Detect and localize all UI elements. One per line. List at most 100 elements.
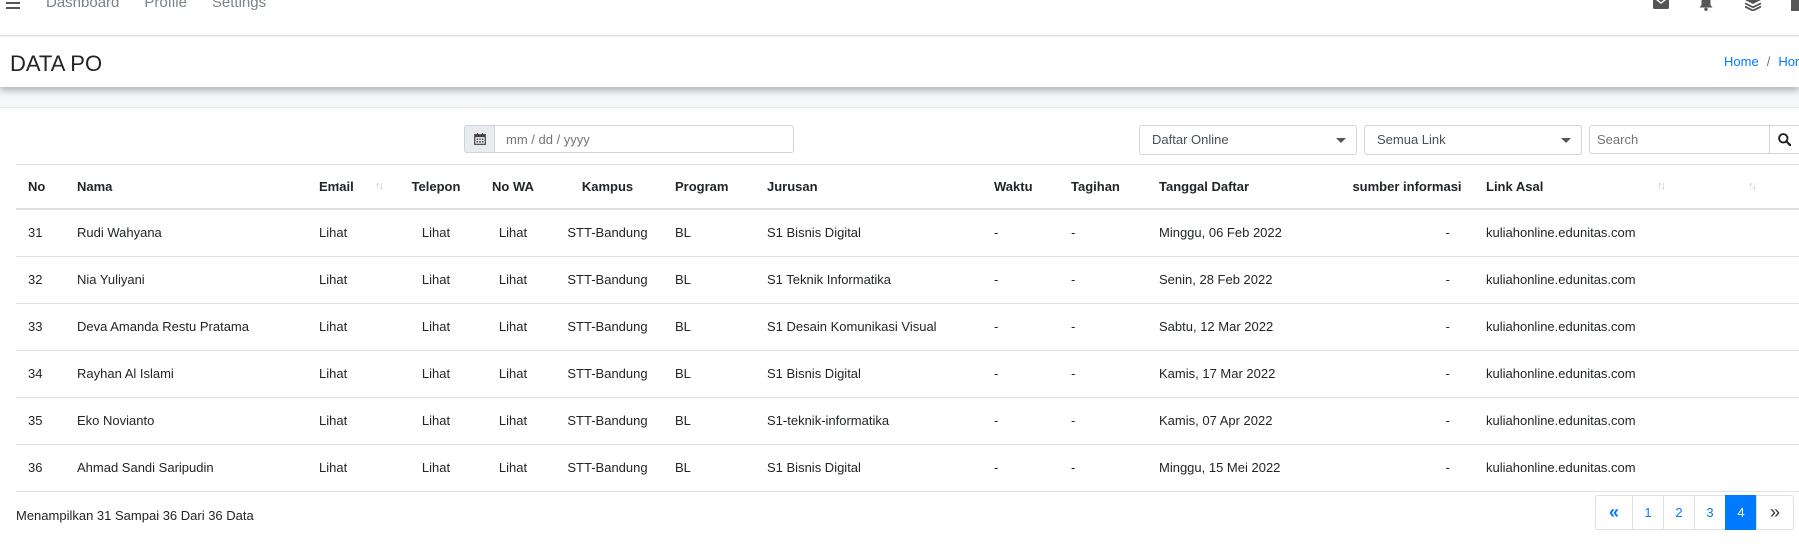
hamburger-menu-icon[interactable]	[6, 0, 20, 9]
cell-email-link[interactable]: Lihat	[307, 208, 398, 257]
cell-tanggal-daftar: Sabtu, 12 Mar 2022	[1147, 303, 1340, 351]
cell-telepon-link[interactable]: Lihat	[398, 397, 474, 445]
nav-link-profile[interactable]: Profile	[144, 0, 187, 11]
cell-email-link[interactable]: Lihat	[307, 444, 398, 492]
cell-link-asal: kuliahonline.edunitas.com	[1474, 444, 1799, 492]
cell-kampus: STT-Bandung	[552, 350, 663, 398]
cell-nama: Eko Novianto	[65, 397, 307, 445]
double-chevron-left-icon: «	[1608, 502, 1619, 522]
cell-telepon-link[interactable]: Lihat	[398, 350, 474, 398]
sort-icon: ↑↓	[1748, 180, 1757, 192]
registration-type-select[interactable]: Daftar Online	[1139, 125, 1357, 155]
cell-telepon-link[interactable]: Lihat	[398, 208, 474, 257]
cell-telepon-link[interactable]: Lihat	[398, 256, 474, 304]
column-header-email[interactable]: Email ↑↓	[307, 164, 398, 210]
cell-tagihan: -	[1059, 444, 1147, 492]
nav-link-settings[interactable]: Settings	[212, 0, 266, 11]
breadcrumb-current[interactable]: Hom	[1778, 54, 1799, 69]
search-input[interactable]	[1589, 125, 1770, 154]
cell-jurusan: S1-teknik-informatika	[755, 397, 982, 445]
cell-tanggal-daftar: Senin, 28 Feb 2022	[1147, 256, 1340, 304]
cell-waktu: -	[982, 208, 1059, 257]
column-header-jurusan[interactable]: Jurusan	[755, 164, 982, 210]
chevron-down-icon	[1561, 138, 1571, 143]
column-header-tagihan[interactable]: Tagihan	[1059, 164, 1147, 210]
cell-sumber-informasi: -	[1340, 208, 1474, 257]
search-button[interactable]	[1770, 125, 1799, 154]
cell-wa-link[interactable]: Lihat	[474, 256, 552, 304]
cell-nama: Nia Yuliyani	[65, 256, 307, 304]
date-input[interactable]	[494, 125, 794, 153]
table-row: 35 Eko Novianto Lihat Lihat Lihat STT-Ba…	[16, 397, 1799, 445]
cell-link-asal: kuliahonline.edunitas.com	[1474, 350, 1799, 398]
bell-icon[interactable]	[1699, 0, 1715, 11]
cell-kampus: STT-Bandung	[552, 397, 663, 445]
cell-tanggal-daftar: Kamis, 07 Apr 2022	[1147, 397, 1340, 445]
cell-link-asal: kuliahonline.edunitas.com	[1474, 397, 1799, 445]
cell-program: BL	[663, 256, 755, 304]
cell-waktu: -	[982, 256, 1059, 304]
column-header-telepon[interactable]: Telepon	[398, 164, 474, 210]
cell-wa-link[interactable]: Lihat	[474, 350, 552, 398]
data-table: No Nama ↑↓ Email ↑↓ Telepon No WA Kampus…	[16, 164, 1799, 492]
cell-program: BL	[663, 208, 755, 257]
cell-nama: Rudi Wahyana	[65, 208, 307, 257]
cell-jurusan: S1 Bisnis Digital	[755, 208, 982, 257]
nav-link-dashboard[interactable]: Dashboard	[46, 0, 119, 11]
pagination-page-4-active[interactable]: 4	[1725, 495, 1757, 530]
cell-telepon-link[interactable]: Lihat	[398, 444, 474, 492]
cell-nama: Deva Amanda Restu Pratama	[65, 303, 307, 351]
pagination: « 1 2 3 4 »	[1595, 495, 1794, 530]
cell-wa-link[interactable]: Lihat	[474, 397, 552, 445]
cell-wa-link[interactable]: Lihat	[474, 208, 552, 257]
cell-nama: Rayhan Al Islami	[65, 350, 307, 398]
cell-wa-link[interactable]: Lihat	[474, 303, 552, 351]
column-header-sumber-informasi[interactable]: sumber informasi	[1340, 164, 1474, 210]
pagination-page-1[interactable]: 1	[1632, 495, 1664, 530]
cell-sumber-informasi: -	[1340, 256, 1474, 304]
navbar-left: Dashboard Profile Settings	[6, 0, 291, 11]
cell-wa-link[interactable]: Lihat	[474, 444, 552, 492]
cell-email-link[interactable]: Lihat	[307, 350, 398, 398]
cell-email-link[interactable]: Lihat	[307, 256, 398, 304]
sort-icon: ↑↓	[1657, 180, 1666, 192]
page-title: DATA PO	[10, 51, 103, 76]
column-header-link-asal[interactable]: Link Asal ↑↓ ↑↓	[1474, 164, 1799, 210]
sort-icon: ↑↓	[375, 180, 384, 192]
search-group	[1589, 125, 1799, 154]
column-header-no-wa[interactable]: No WA	[474, 164, 552, 210]
column-header-nama[interactable]: Nama ↑↓	[65, 164, 344, 210]
pagination-info: Menampilkan 31 Sampai 36 Dari 36 Data	[16, 508, 254, 523]
pagination-page-2[interactable]: 2	[1663, 495, 1695, 530]
cell-email-link[interactable]: Lihat	[307, 397, 398, 445]
cell-waktu: -	[982, 397, 1059, 445]
pagination-last-button[interactable]: »	[1756, 495, 1794, 530]
cell-jurusan: S1 Teknik Informatika	[755, 256, 982, 304]
cell-telepon-link[interactable]: Lihat	[398, 303, 474, 351]
cell-kampus: STT-Bandung	[552, 444, 663, 492]
envelope-icon[interactable]	[1653, 0, 1669, 10]
column-header-waktu[interactable]: Waktu	[982, 164, 1059, 210]
cell-jurusan: S1 Bisnis Digital	[755, 444, 982, 492]
calendar-icon[interactable]	[464, 125, 494, 153]
column-header-tanggal-daftar[interactable]: Tanggal Daftar	[1147, 164, 1340, 210]
layers-icon[interactable]	[1745, 0, 1761, 11]
link-source-select[interactable]: Semua Link	[1364, 125, 1582, 155]
column-header-kampus[interactable]: Kampus	[552, 164, 663, 210]
cell-kampus: STT-Bandung	[552, 256, 663, 304]
cell-waktu: -	[982, 303, 1059, 351]
cell-jurusan: S1 Bisnis Digital	[755, 350, 982, 398]
user-icon[interactable]	[1791, 0, 1799, 11]
cell-tagihan: -	[1059, 397, 1147, 445]
cell-no: 35	[16, 397, 65, 445]
column-header-no[interactable]: No	[16, 164, 65, 210]
cell-kampus: STT-Bandung	[552, 303, 663, 351]
breadcrumb-home[interactable]: Home	[1724, 54, 1759, 69]
cell-kampus: STT-Bandung	[552, 208, 663, 257]
pagination-first-button[interactable]: «	[1595, 495, 1633, 530]
cell-email-link[interactable]: Lihat	[307, 303, 398, 351]
column-header-program[interactable]: Program	[663, 164, 755, 210]
pagination-page-3[interactable]: 3	[1694, 495, 1726, 530]
navbar-right	[1623, 0, 1799, 11]
cell-link-asal: kuliahonline.edunitas.com	[1474, 303, 1799, 351]
